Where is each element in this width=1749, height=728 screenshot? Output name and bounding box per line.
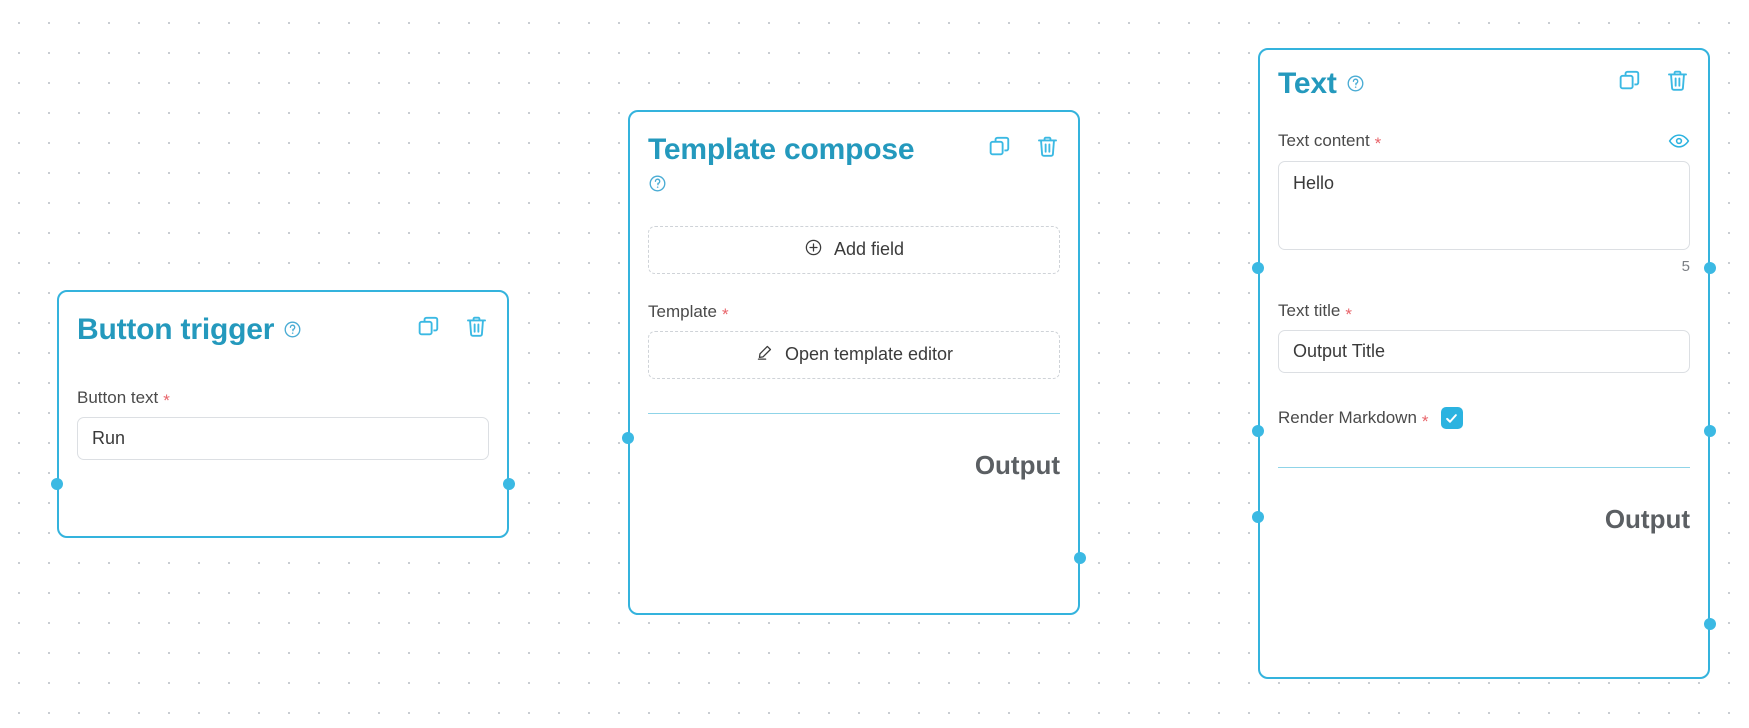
node-title-wrap: Template compose xyxy=(648,133,915,166)
output-row: Output xyxy=(648,450,1060,481)
output-divider xyxy=(1278,467,1690,468)
text-content-textarea[interactable]: Hello xyxy=(1278,160,1690,250)
node-button-trigger[interactable]: Button trigger Button text * Run xyxy=(57,290,509,538)
node-title-wrap: Text xyxy=(1278,68,1365,100)
field-label-render-markdown: Render Markdown * xyxy=(1278,407,1690,431)
field-label-template: Template * xyxy=(648,301,1060,324)
character-count: 5 xyxy=(1681,258,1690,275)
workflow-canvas[interactable]: Button trigger Button text * Run Templat… xyxy=(0,0,1749,728)
question-circle-icon[interactable] xyxy=(283,320,302,339)
pencil-icon xyxy=(755,343,774,367)
field-text-content: Text content * Hello 5 xyxy=(1278,130,1690,275)
node-actions xyxy=(416,314,489,339)
node-title: Button trigger xyxy=(77,313,275,346)
delete-icon[interactable] xyxy=(1665,68,1690,93)
connector-dot-render-markdown[interactable] xyxy=(1252,511,1264,523)
required-marker: * xyxy=(163,391,170,410)
node-actions xyxy=(1617,68,1690,93)
field-label-button-text: Button text * xyxy=(77,387,489,410)
field-text-title: Text title * xyxy=(1278,301,1690,373)
plus-circle-icon xyxy=(804,238,823,262)
connector-dot-input-button-trigger[interactable] xyxy=(51,478,63,490)
node-text[interactable]: Text Text content * Hello 5 Text title *… xyxy=(1258,48,1710,679)
output-label: Output xyxy=(1604,504,1690,534)
output-divider xyxy=(648,412,1060,414)
question-circle-icon[interactable] xyxy=(648,174,667,193)
field-render-markdown: Render Markdown * xyxy=(1278,407,1690,431)
connector-dot-text-title[interactable] xyxy=(1252,425,1264,437)
connector-dot-text-content[interactable] xyxy=(1252,262,1264,274)
node-header: Text xyxy=(1278,68,1690,100)
node-title: Template compose xyxy=(648,133,915,166)
output-label: Output xyxy=(974,449,1060,480)
field-label-text: Template xyxy=(648,301,717,321)
field-label-text: Text content xyxy=(1278,130,1370,150)
node-template-compose[interactable]: Template compose Add field Template * Op… xyxy=(628,110,1080,615)
connector-dot-output-text-node[interactable] xyxy=(1704,618,1716,630)
node-header: Template compose xyxy=(648,134,1060,166)
node-header: Button trigger xyxy=(77,314,489,346)
open-template-editor-label: Open template editor xyxy=(784,344,954,364)
render-markdown-checkbox[interactable] xyxy=(1440,407,1463,429)
required-marker: * xyxy=(1374,134,1382,153)
connector-dot-input-template-compose[interactable] xyxy=(622,432,634,444)
connector-dot-output-text-content[interactable] xyxy=(1704,262,1716,274)
field-label-row-text-content: Text content * xyxy=(1278,130,1690,161)
field-label-text: Render Markdown xyxy=(1278,408,1417,427)
field-label-text-content: Text content * xyxy=(1278,130,1382,153)
connector-dot-output-text-title[interactable] xyxy=(1704,425,1716,437)
eye-icon[interactable] xyxy=(1668,130,1690,152)
field-label-text: Button text xyxy=(77,387,159,407)
field-template: Template * Open template editor xyxy=(648,302,1060,379)
duplicate-icon[interactable] xyxy=(416,314,441,339)
node-help-row xyxy=(648,174,1060,198)
field-label-text-title: Text title * xyxy=(1278,301,1690,324)
node-title: Text xyxy=(1278,67,1337,100)
question-circle-icon[interactable] xyxy=(1346,74,1365,93)
open-template-editor-button[interactable]: Open template editor xyxy=(648,330,1060,379)
add-field-label: Add field xyxy=(833,239,905,259)
field-button-text: Button text * xyxy=(77,388,489,460)
duplicate-icon[interactable] xyxy=(1617,68,1642,93)
add-field-button[interactable]: Add field xyxy=(648,225,1060,274)
delete-icon[interactable] xyxy=(1035,134,1060,159)
required-marker: * xyxy=(1345,304,1352,324)
delete-icon[interactable] xyxy=(464,314,489,339)
node-title-wrap: Button trigger xyxy=(77,314,302,346)
node-actions xyxy=(987,134,1060,159)
required-marker: * xyxy=(1421,411,1429,431)
output-row: Output xyxy=(1278,504,1690,535)
required-marker: * xyxy=(721,305,729,324)
text-title-input[interactable] xyxy=(1278,330,1690,373)
duplicate-icon[interactable] xyxy=(987,134,1012,159)
field-label-text: Text title xyxy=(1278,301,1341,320)
connector-dot-output-template-compose[interactable] xyxy=(1074,552,1086,564)
connector-dot-output-button-trigger[interactable] xyxy=(503,478,515,490)
button-text-input[interactable] xyxy=(77,416,489,460)
